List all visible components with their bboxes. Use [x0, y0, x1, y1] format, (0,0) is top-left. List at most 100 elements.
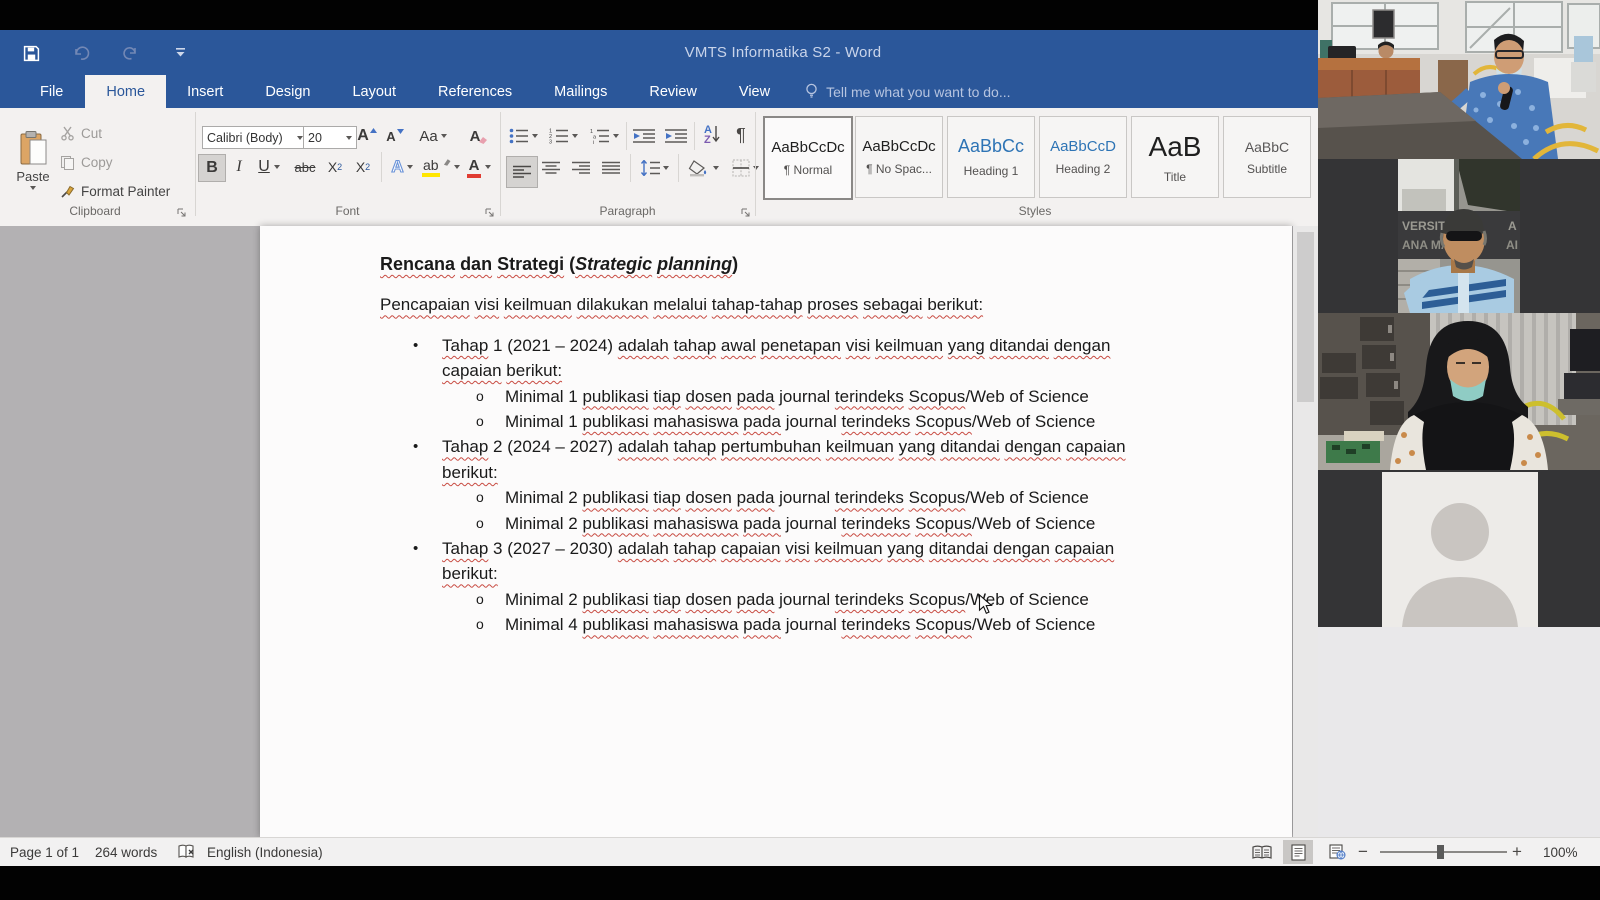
font-size-select[interactable]: 20: [303, 126, 357, 149]
bullet-item: •Tahap 2 (2024 – 2027) adalah tahap pert…: [380, 434, 1180, 485]
align-right-button[interactable]: [568, 156, 594, 180]
copy-button[interactable]: Copy: [60, 151, 180, 173]
style-label: Heading 1: [964, 164, 1019, 178]
numbered-list-icon: 123: [549, 128, 569, 144]
participant-video-3[interactable]: [1318, 313, 1600, 470]
tab-design[interactable]: Design: [244, 75, 331, 108]
clipboard-dialog-launcher-icon[interactable]: [176, 207, 188, 219]
underline-button[interactable]: U: [252, 154, 286, 180]
svg-text:i: i: [593, 140, 594, 144]
tab-references[interactable]: References: [417, 75, 533, 108]
highlight-caret-icon: [454, 165, 460, 169]
bullet-marker: •: [413, 536, 418, 561]
paragraph-row-divider: [630, 154, 631, 182]
sub-bullet-item: oMinimal 4 publikasi mahasiswa pada jour…: [380, 612, 1180, 637]
word-count[interactable]: 264 words: [95, 838, 157, 866]
zoom-out-button[interactable]: −: [1358, 838, 1368, 866]
numbering-button[interactable]: 123: [546, 124, 580, 148]
grow-font-button[interactable]: A: [355, 124, 379, 148]
paragraph-row-divider: [694, 122, 695, 150]
zoom-slider-thumb[interactable]: [1437, 845, 1444, 859]
web-layout-button[interactable]: [1322, 840, 1352, 864]
font-name-select[interactable]: Calibri (Body): [202, 126, 308, 149]
show-paragraph-marks-button[interactable]: ¶: [730, 122, 752, 148]
italic-button[interactable]: I: [228, 154, 250, 180]
style-normal[interactable]: AaBbCcDc¶ Normal: [763, 116, 853, 200]
grow-caret-icon: [370, 128, 377, 134]
participant-4-avatar: [1318, 470, 1600, 627]
align-right-icon: [572, 161, 590, 176]
read-mode-button[interactable]: [1247, 840, 1277, 864]
tab-view[interactable]: View: [718, 75, 791, 108]
participant-video-2[interactable]: VERSITA ANA MALI A AI: [1318, 159, 1600, 313]
bold-button[interactable]: B: [198, 154, 226, 182]
tab-mailings[interactable]: Mailings: [533, 75, 628, 108]
paste-button[interactable]: Paste: [10, 116, 56, 204]
tell-me-box[interactable]: Tell me what you want to do...: [805, 75, 1010, 108]
justify-button[interactable]: [598, 156, 624, 180]
decrease-indent-icon: [633, 128, 655, 144]
align-left-button[interactable]: [506, 156, 538, 188]
mouse-cursor-icon: [978, 594, 993, 615]
numbering-caret-icon: [572, 134, 578, 138]
bullet-marker: •: [413, 333, 418, 358]
increase-indent-button[interactable]: [662, 124, 690, 148]
circle-marker: o: [476, 384, 484, 409]
style-heading-2[interactable]: AaBbCcDHeading 2: [1039, 116, 1127, 198]
document-line: Tahap 1 (2021 – 2024) adalah tahap awal …: [442, 333, 1180, 358]
style-label: Title: [1164, 170, 1186, 184]
clear-formatting-button[interactable]: A: [466, 124, 492, 148]
print-layout-button[interactable]: [1283, 840, 1313, 864]
superscript-button[interactable]: X2: [350, 154, 376, 180]
change-case-button[interactable]: Aa: [415, 124, 451, 148]
zoom-level[interactable]: 100%: [1543, 838, 1578, 866]
scrollbar-thumb[interactable]: [1297, 232, 1314, 402]
format-painter-button[interactable]: Format Painter: [60, 180, 190, 202]
tab-home[interactable]: Home: [85, 75, 166, 108]
vertical-scrollbar[interactable]: [1293, 226, 1318, 837]
tab-review[interactable]: Review: [628, 75, 718, 108]
strikethrough-button[interactable]: abc: [290, 154, 320, 180]
align-center-button[interactable]: [538, 156, 564, 180]
borders-button[interactable]: [726, 156, 764, 180]
circle-marker: o: [476, 587, 484, 612]
cut-scissors-icon: [60, 126, 75, 141]
zoom-in-button[interactable]: +: [1512, 838, 1522, 866]
tab-layout[interactable]: Layout: [331, 75, 417, 108]
paragraph-dialog-launcher-icon[interactable]: [740, 207, 752, 219]
style-heading-1[interactable]: AaBbCcHeading 1: [947, 116, 1035, 198]
highlight-button[interactable]: ab: [422, 154, 460, 180]
screen: VMTS Informatika S2 - Word FileHomeInser…: [0, 0, 1600, 900]
document-line: Tahap 3 (2027 – 2030) adalah tahap capai…: [442, 536, 1180, 561]
shading-button[interactable]: [684, 156, 722, 180]
cut-button[interactable]: Cut: [60, 122, 180, 144]
text-effects-button[interactable]: A: [386, 154, 418, 180]
font-color-button[interactable]: A: [462, 154, 496, 180]
style-subtitle[interactable]: AaBbCSubtitle: [1223, 116, 1311, 198]
highlight-label: ab: [422, 157, 440, 177]
font-dialog-launcher-icon[interactable]: [484, 207, 496, 219]
line-spacing-button[interactable]: [636, 156, 672, 180]
language-indicator[interactable]: English (Indonesia): [207, 838, 323, 866]
sub-bullet-item: oMinimal 2 publikasi tiap dosen pada jou…: [380, 485, 1180, 510]
subscript-button[interactable]: X2: [322, 154, 348, 180]
paint-bucket-icon: [688, 159, 710, 177]
tab-file[interactable]: File: [18, 75, 85, 108]
document-page[interactable]: Rencana dan Strategi (Strategic planning…: [260, 226, 1292, 837]
bullets-button[interactable]: [506, 124, 540, 148]
participant-video-4[interactable]: [1318, 470, 1600, 627]
document-line: berikut:: [442, 460, 1180, 485]
multilevel-list-button[interactable]: 1ai: [586, 124, 622, 148]
print-layout-icon: [1291, 844, 1306, 861]
sort-button[interactable]: AZ: [698, 122, 726, 148]
page-indicator[interactable]: Page 1 of 1: [10, 838, 79, 866]
text-effects-caret-icon: [407, 165, 413, 169]
style-title[interactable]: AaBTitle: [1131, 116, 1219, 198]
tab-insert[interactable]: Insert: [166, 75, 244, 108]
style-no-spac[interactable]: AaBbCcDc¶ No Spac...: [855, 116, 943, 198]
document-line: Minimal 2 publikasi tiap dosen pada jour…: [505, 485, 1180, 510]
shrink-font-button[interactable]: A: [383, 124, 407, 148]
proofing-status-icon[interactable]: [178, 838, 196, 866]
decrease-indent-button[interactable]: [630, 124, 658, 148]
participant-video-1[interactable]: [1318, 0, 1600, 159]
